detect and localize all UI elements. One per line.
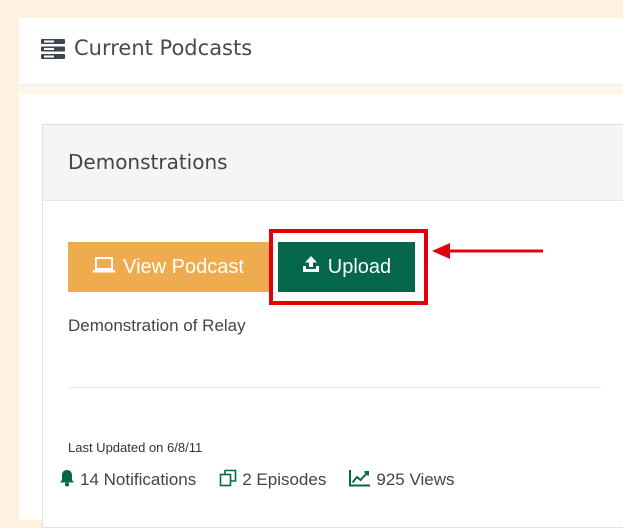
server-stack-icon (41, 38, 65, 60)
notifications-stat: 14 Notifications (59, 469, 196, 492)
podcast-title: Demonstrations (68, 150, 228, 174)
red-arrow-annotation (432, 243, 543, 259)
podcast-card-header: Demonstrations (43, 125, 623, 201)
line-chart-icon (349, 469, 376, 492)
podcast-stats: 14 Notifications 2 Episodes 925 Views (59, 467, 478, 493)
copy-icon (219, 469, 242, 492)
views-label: 925 Views (376, 470, 455, 489)
episodes-label: 2 Episodes (242, 470, 327, 489)
upload-highlight-box (269, 229, 428, 305)
episodes-stat: 2 Episodes (219, 469, 326, 492)
page-title: Current Podcasts (74, 36, 253, 60)
last-updated: Last Updated on 6/8/11 (68, 440, 203, 455)
notifications-label: 14 Notifications (80, 470, 197, 489)
panel-body: Demonstrations View Podcast Upload Demon… (19, 86, 623, 528)
bell-icon (59, 469, 80, 492)
panel-header: Current Podcasts (19, 18, 623, 86)
laptop-icon (93, 256, 116, 279)
view-podcast-label: View Podcast (123, 255, 244, 278)
view-podcast-button[interactable]: View Podcast (68, 242, 269, 292)
current-podcasts-panel: Current Podcasts Demonstrations View Pod… (19, 18, 623, 528)
views-stat: 925 Views (349, 469, 455, 492)
divider (68, 387, 601, 388)
podcast-card: Demonstrations View Podcast Upload Demon… (42, 124, 623, 528)
podcast-description: Demonstration of Relay (68, 316, 246, 335)
